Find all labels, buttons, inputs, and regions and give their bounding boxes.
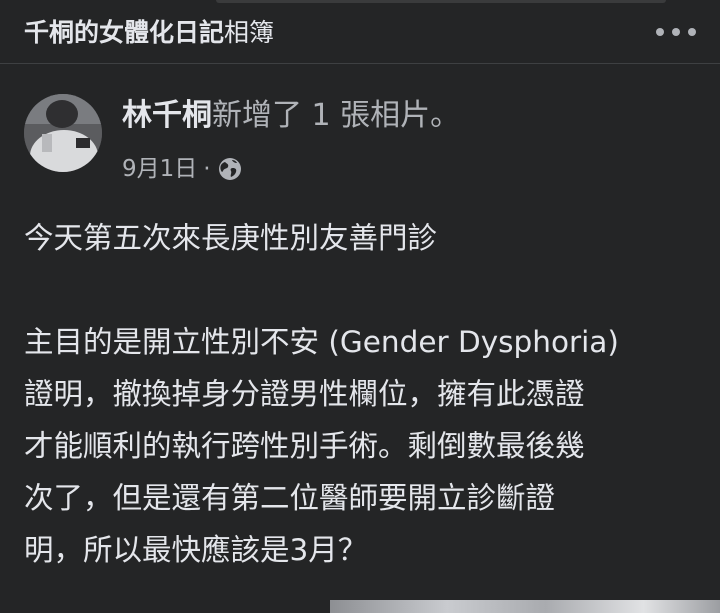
photo-preview[interactable] [0,600,720,613]
author-line: 林千桐新增了 1 張相片。 [122,96,460,136]
photo-preview-image [330,600,720,613]
post-paragraph-2-line: 才能順利的執行跨性別手術。剩倒數最後幾 [24,429,585,463]
post-paragraph-2-line: 次了，但是還有第二位醫師要開立診斷證 [24,481,556,515]
more-dot-icon [656,28,664,36]
post-paragraph-2-line: 主目的是開立性別不安 (Gender Dysphoria) [24,325,619,359]
avatar[interactable] [24,94,102,172]
post-meta: 9月1日 · [122,154,243,184]
post-paragraph-2-line: 證明，撤換掉身分證男性欄位，擁有此憑證 [24,377,585,411]
top-edge-line [216,0,666,3]
post-header: 林千桐新增了 1 張相片。 9月1日 · [0,88,720,198]
globe-icon[interactable] [217,156,243,182]
album-header: 千桐的女體化日記相簿 [0,6,720,64]
avatar-image [24,94,102,172]
album-title[interactable]: 千桐的女體化日記相簿 [24,16,274,50]
post-body: 今天第五次來長庚性別友善門診 主目的是開立性別不安 (Gender Dyspho… [24,212,704,576]
more-options-button[interactable] [656,18,696,46]
more-dot-icon [672,28,680,36]
album-owner-name[interactable]: 千桐的女體化日記 [24,18,224,47]
meta-separator: · [203,156,211,182]
post-paragraph-1: 今天第五次來長庚性別友善門診 [24,221,438,255]
post-date[interactable]: 9月1日 [122,154,197,184]
author-action-text: 新增了 1 張相片。 [212,98,461,133]
more-dot-icon [688,28,696,36]
post-paragraph-2-line: 明，所以最快應該是3月？ [24,533,368,567]
author-name-link[interactable]: 林千桐 [122,98,212,133]
album-suffix: 相簿 [224,18,275,47]
